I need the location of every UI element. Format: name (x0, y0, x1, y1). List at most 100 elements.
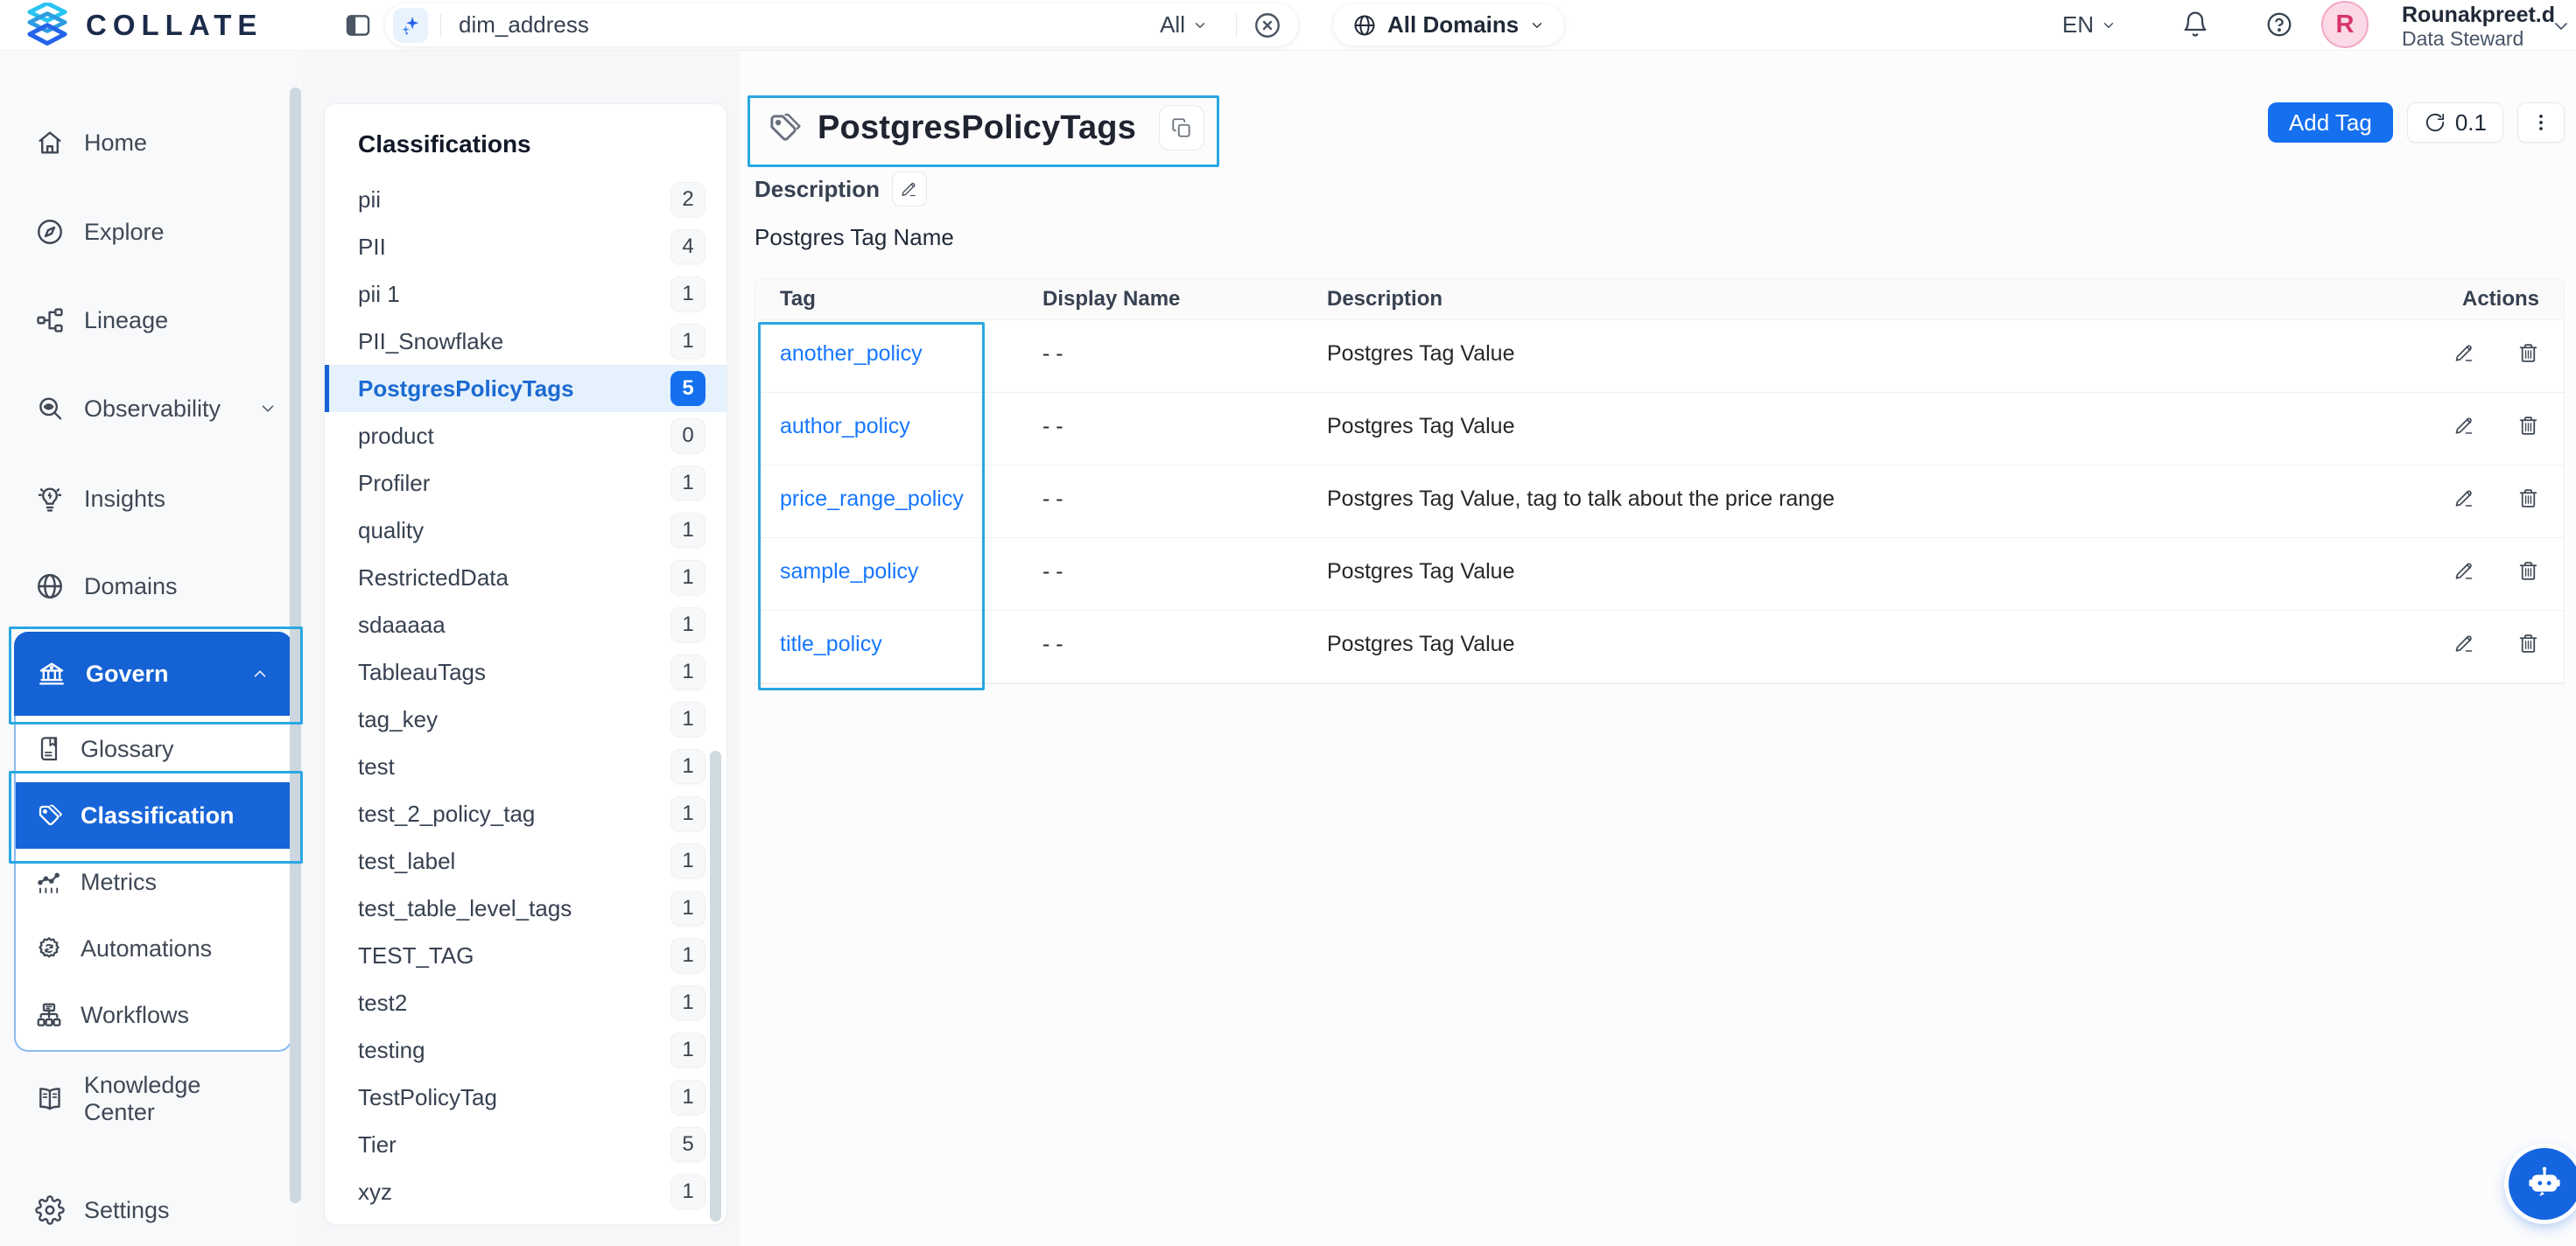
delete-tag-button[interactable] (2517, 632, 2539, 654)
edit-tag-button[interactable] (2454, 486, 2475, 509)
classification-count-badge: 1 (670, 1080, 705, 1115)
sidebar-item-label: Home (84, 130, 147, 157)
sidebar-toggle-icon[interactable] (343, 10, 373, 40)
add-tag-button[interactable]: Add Tag (2268, 102, 2393, 143)
classification-list-item[interactable]: test_2_policy_tag 1 (325, 790, 726, 837)
sidebar-item-label: Observability (84, 396, 221, 423)
sidebar-item-lineage[interactable]: Lineage (0, 295, 302, 346)
description-cell: Postgres Tag Value, tag to talk about th… (1327, 466, 2389, 537)
sidebar-item-home[interactable]: Home (0, 117, 302, 168)
delete-tag-button[interactable] (2517, 486, 2539, 509)
tag-link[interactable]: sample_policy (780, 559, 918, 584)
search-scope-dropdown[interactable]: All (1160, 11, 1208, 38)
classification-list-item[interactable]: pii 2 (325, 176, 726, 223)
classification-list-item[interactable]: tag_key 1 (325, 696, 726, 743)
classification-name: test (358, 753, 395, 780)
sidebar-item-glossary[interactable]: Glossary (16, 716, 291, 782)
classification-list-item[interactable]: PII 4 (325, 223, 726, 270)
classification-list-item[interactable]: pii 1 1 (325, 270, 726, 318)
classification-name: testing (358, 1037, 425, 1064)
chatbot-button[interactable] (2509, 1148, 2576, 1220)
classification-list-item[interactable]: PII_Snowflake 1 (325, 318, 726, 365)
search-clear-icon[interactable] (1253, 10, 1282, 40)
edit-tag-button[interactable] (2454, 341, 2475, 364)
classification-list-item[interactable]: Tier 5 (325, 1121, 726, 1168)
classification-count-badge: 1 (670, 1032, 705, 1068)
ai-sparkle-icon (393, 8, 428, 43)
user-avatar[interactable]: R (2321, 1, 2369, 48)
collate-logo[interactable]: COLLATE (23, 0, 263, 50)
classifications-scrollbar[interactable] (710, 751, 721, 1222)
more-options-button[interactable] (2517, 102, 2565, 143)
classification-name: test2 (358, 990, 407, 1017)
classification-count-badge: 1 (670, 607, 705, 642)
classification-list-item[interactable]: product 0 (325, 412, 726, 459)
classification-list-item[interactable]: xyz 1 (325, 1168, 726, 1215)
tag-icon (765, 109, 802, 146)
classification-name: TestPolicyTag (358, 1084, 497, 1111)
classification-list-item[interactable]: Profiler 1 (325, 459, 726, 507)
tag-link[interactable]: another_policy (780, 341, 923, 366)
sidebar-item-insights[interactable]: Insights (0, 473, 302, 524)
classification-count-badge: 1 (670, 560, 705, 595)
domains-filter-dropdown[interactable]: All Domains (1333, 4, 1564, 46)
sidebar-item-govern[interactable]: Govern (14, 632, 292, 716)
sidebar-scrollbar[interactable] (290, 88, 301, 1203)
delete-tag-button[interactable] (2517, 414, 2539, 437)
notifications-bell-icon[interactable] (2181, 10, 2209, 38)
language-dropdown[interactable]: EN (2062, 0, 2116, 50)
sidebar-item-observability[interactable]: Observability (0, 383, 302, 434)
sidebar-item-label: Workflows (81, 1002, 189, 1029)
classification-list-item[interactable]: testing 1 (325, 1026, 726, 1074)
sidebar-item-metrics[interactable]: Metrics (16, 849, 291, 915)
classification-list-item[interactable]: sdaaaaa 1 (325, 601, 726, 648)
classification-list-item[interactable]: RestrictedData 1 (325, 554, 726, 601)
classification-count-badge: 1 (670, 702, 705, 737)
user-role: Data Steward (2402, 28, 2556, 50)
edit-tag-button[interactable] (2454, 559, 2475, 582)
sidebar-item-classification[interactable]: Classification (16, 782, 291, 849)
sidebar-item-knowledge-center[interactable]: Knowledge Center (0, 1074, 302, 1124)
delete-tag-button[interactable] (2517, 559, 2539, 582)
classification-count-badge: 1 (670, 985, 705, 1020)
global-search-bar[interactable]: All (385, 4, 1298, 46)
classification-list-item[interactable]: test_table_level_tags 1 (325, 885, 726, 932)
sidebar-item-workflows[interactable]: Workflows (16, 982, 291, 1048)
edit-tag-button[interactable] (2454, 632, 2475, 654)
help-icon[interactable] (2265, 10, 2293, 38)
trash-icon (2517, 560, 2539, 582)
classification-list-item[interactable]: test2 1 (325, 979, 726, 1026)
sidebar-item-domains[interactable]: Domains (0, 561, 302, 612)
description-cell: Postgres Tag Value (1327, 611, 2389, 682)
user-menu[interactable]: Rounakpreet.d Data Steward (2402, 3, 2556, 50)
classification-list-item[interactable]: test_label 1 (325, 837, 726, 885)
user-menu-chevron-icon[interactable] (2551, 16, 2572, 37)
classification-list-item[interactable]: TestPolicyTag 1 (325, 1074, 726, 1121)
classification-list-item[interactable]: quality 1 (325, 507, 726, 554)
classifications-title: Classifications (325, 104, 726, 162)
version-history-icon (2424, 111, 2446, 134)
sidebar-item-automations[interactable]: Automations (16, 915, 291, 982)
version-button[interactable]: 0.1 (2407, 102, 2503, 143)
sidebar-item-explore[interactable]: Explore (0, 206, 302, 257)
edit-tag-button[interactable] (2454, 414, 2475, 437)
kebab-menu-icon (2530, 111, 2552, 134)
classification-list-item[interactable]: PostgresPolicyTags 5 (325, 365, 726, 412)
delete-tag-button[interactable] (2517, 341, 2539, 364)
display-name-cell: - - (1042, 466, 1327, 537)
govern-bank-icon (37, 659, 67, 689)
copy-name-button[interactable] (1159, 105, 1204, 150)
search-divider-2 (1236, 14, 1237, 37)
classification-list-item[interactable]: TableauTags 1 (325, 648, 726, 696)
classification-name: PII (358, 234, 386, 261)
tag-link[interactable]: title_policy (780, 632, 882, 656)
classification-list-item[interactable]: TEST_TAG 1 (325, 932, 726, 979)
tag-link[interactable]: author_policy (780, 414, 910, 438)
sidebar-item-settings[interactable]: Settings (0, 1185, 302, 1236)
tag-link[interactable]: price_range_policy (780, 486, 964, 511)
chevron-down-icon (258, 399, 277, 418)
classification-list-item[interactable]: test 1 (325, 743, 726, 790)
search-input[interactable] (457, 10, 1160, 39)
classification-name: pii 1 (358, 281, 400, 308)
edit-description-button[interactable] (892, 172, 927, 206)
